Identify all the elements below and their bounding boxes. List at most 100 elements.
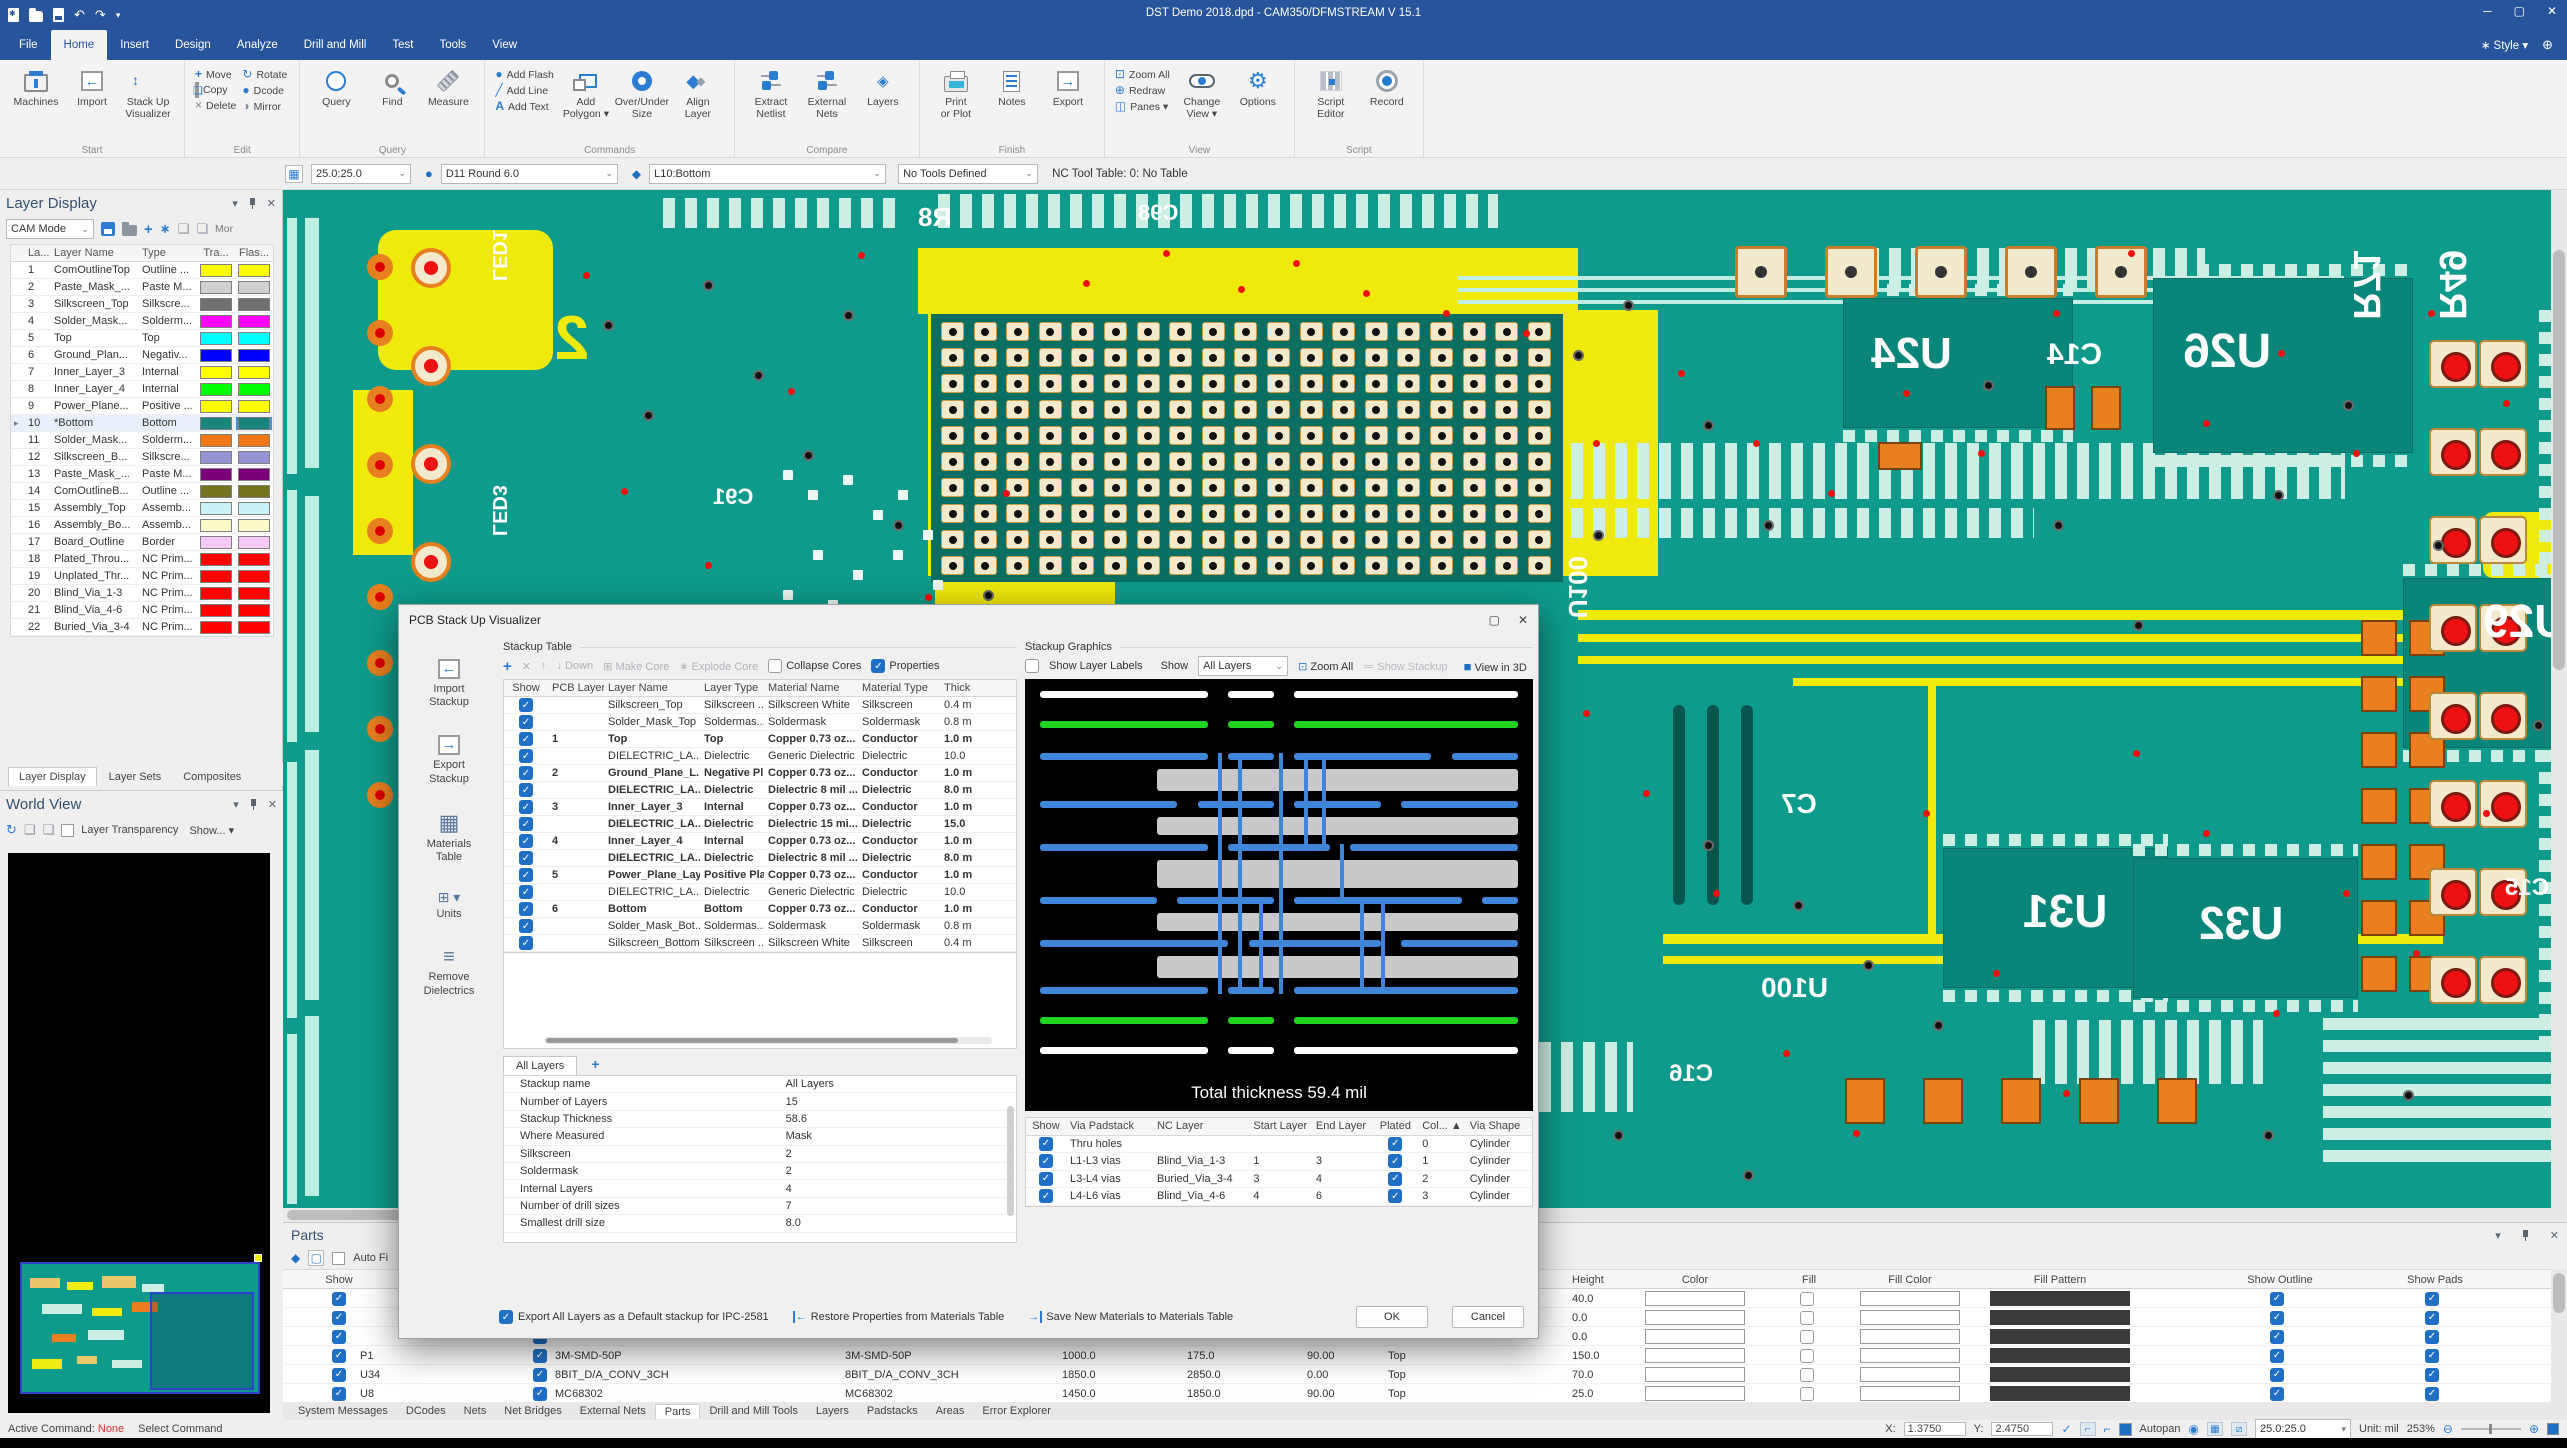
property-row[interactable]: Smallest drill size8.0	[504, 1215, 1016, 1232]
stackup-row[interactable]: DIELECTRIC_LA...DielectricGeneric Dielec…	[504, 748, 1016, 765]
screen-corner-icon[interactable]	[2547, 1423, 2559, 1435]
property-row[interactable]: Soldermask2	[504, 1163, 1016, 1180]
via-row[interactable]: L3-L4 viasBuried_Via_3-4342Cylinder	[1026, 1171, 1532, 1189]
layer-row[interactable]: 18Plated_Throu...NC Prim...	[11, 551, 273, 568]
units-button[interactable]: ⊞ ▾Units	[436, 890, 461, 921]
remove-dielectrics-button[interactable]: ≡Remove Dielectrics	[424, 947, 475, 997]
delete-layer-icon[interactable]: ✕	[522, 660, 531, 673]
style-button[interactable]: ∗ Style ▾	[2481, 38, 2528, 52]
trace-color-swatch[interactable]	[200, 485, 232, 498]
trace-color-swatch[interactable]	[200, 468, 232, 481]
bottom-tab-dcodes[interactable]: DCodes	[397, 1404, 455, 1418]
world-view-zoom-rect[interactable]	[150, 1292, 254, 1390]
show-checkbox[interactable]	[1039, 1189, 1053, 1203]
flash-color-swatch[interactable]	[238, 281, 270, 294]
tab-test[interactable]: Test	[379, 30, 426, 60]
zoom-out-icon[interactable]: ⊖	[2443, 1422, 2453, 1436]
flash-color-swatch[interactable]	[238, 315, 270, 328]
property-row[interactable]: Number of drill sizes7	[504, 1198, 1016, 1215]
flash-color-swatch[interactable]	[238, 264, 270, 277]
show-checkbox[interactable]	[519, 749, 533, 763]
fill-color-swatch[interactable]	[1860, 1367, 1960, 1382]
tab-analyze[interactable]: Analyze	[224, 30, 291, 60]
plated-checkbox[interactable]	[1388, 1154, 1402, 1168]
refresh-view-icon[interactable]: ↻	[6, 822, 17, 838]
show-pads-checkbox[interactable]	[2425, 1311, 2439, 1325]
script-editor-button[interactable]: Script Editor	[1303, 66, 1359, 120]
trace-color-swatch[interactable]	[200, 281, 232, 294]
add-polygon-button[interactable]: Add Polygon ▾	[558, 66, 614, 120]
status-grid-dropdown[interactable]: 25.0:25.0▾	[2255, 1419, 2351, 1439]
fill-checkbox[interactable]	[1800, 1349, 1814, 1363]
stack-up-visualizer-button[interactable]: Stack Up Visualizer	[120, 66, 176, 120]
grid-spacing-dropdown[interactable]: 25.0:25.0⌄	[311, 164, 411, 184]
fill-pattern-swatch[interactable]	[1990, 1367, 2130, 1382]
tab-view[interactable]: View	[479, 30, 530, 60]
autopan-checkbox[interactable]	[2119, 1423, 2132, 1436]
fill-pattern-swatch[interactable]	[1990, 1310, 2130, 1325]
layer-row[interactable]: 21Blind_Via_4-6NC Prim...	[11, 602, 273, 619]
snap-toggle-icon[interactable]: ⧄	[2231, 1422, 2247, 1436]
trace-color-swatch[interactable]	[200, 366, 232, 379]
show-checkbox[interactable]	[519, 868, 533, 882]
fill-checkbox[interactable]	[1800, 1387, 1814, 1401]
layers-button[interactable]: ◈Layers	[855, 66, 911, 108]
dcode-dropdown[interactable]: D11 Round 6.0⌄	[441, 164, 618, 184]
plated-checkbox[interactable]	[1388, 1172, 1402, 1186]
stackup-hscrollbar[interactable]	[544, 1037, 992, 1044]
fill-checkbox[interactable]	[1800, 1330, 1814, 1344]
zoom-all-icon[interactable]: ⊡ Zoom All	[1298, 660, 1353, 673]
show-checkbox[interactable]	[519, 783, 533, 797]
trace-color-swatch[interactable]	[200, 349, 232, 362]
bottom-tab-net-bridges[interactable]: Net Bridges	[495, 1404, 570, 1418]
layer-row[interactable]: 3Silkscreen_TopSilkscre...	[11, 296, 273, 313]
dock-tab-composites[interactable]: Composites	[173, 768, 251, 786]
flash-color-swatch[interactable]	[238, 298, 270, 311]
show-checkbox[interactable]	[519, 851, 533, 865]
graphics-layers-dropdown[interactable]: All Layers⌄	[1198, 656, 1288, 676]
flash-color-swatch[interactable]	[238, 502, 270, 515]
flash-color-swatch[interactable]	[238, 383, 270, 396]
layer-row[interactable]: 7Inner_Layer_3Internal	[11, 364, 273, 381]
stackup-row[interactable]: DIELECTRIC_LA...DielectricDielectric 8 m…	[504, 850, 1016, 867]
flash-color-swatch[interactable]	[238, 400, 270, 413]
show-checkbox[interactable]	[519, 698, 533, 712]
property-row[interactable]: Stackup nameAll Layers	[504, 1076, 1016, 1093]
zoom-all-button[interactable]: ⊡Zoom All	[1115, 68, 1170, 81]
add-layer-icon[interactable]: +	[503, 658, 512, 675]
cancel-button[interactable]: Cancel	[1452, 1306, 1524, 1328]
property-row[interactable]: Internal Layers4	[504, 1180, 1016, 1197]
bottom-tab-drill-and-mill-tools[interactable]: Drill and Mill Tools	[700, 1404, 806, 1418]
show-checkbox[interactable]	[519, 817, 533, 831]
paste-view-icon[interactable]: ❏	[43, 822, 55, 838]
trace-color-swatch[interactable]	[200, 298, 232, 311]
flash-color-swatch[interactable]	[238, 553, 270, 566]
trace-color-swatch[interactable]	[200, 502, 232, 515]
layer-transparency-checkbox[interactable]	[61, 824, 74, 837]
parts-scrollbar[interactable]	[2551, 1269, 2567, 1403]
trace-color-swatch[interactable]	[200, 332, 232, 345]
record-button[interactable]: Record	[1359, 66, 1415, 108]
fill-color-swatch[interactable]	[1860, 1291, 1960, 1306]
copy-view-icon[interactable]: ❏	[24, 822, 36, 838]
trace-color-swatch[interactable]	[200, 587, 232, 600]
stackup-row[interactable]: DIELECTRIC_LA...DielectricDielectric 8 m…	[504, 782, 1016, 799]
highlight-part-icon[interactable]: ◆	[291, 1251, 300, 1265]
flash-color-swatch[interactable]	[238, 621, 270, 634]
add-text-button[interactable]: AAdd Text	[495, 100, 554, 113]
property-row[interactable]: Where MeasuredMask	[504, 1128, 1016, 1145]
plated-checkbox[interactable]	[1388, 1189, 1402, 1203]
fill-checkbox[interactable]	[1800, 1292, 1814, 1306]
fill-checkbox[interactable]	[1800, 1311, 1814, 1325]
origin-icon[interactable]: ◉	[2189, 1422, 2199, 1436]
layer-row[interactable]: 17Board_OutlineBorder	[11, 534, 273, 551]
fill-color-swatch[interactable]	[1860, 1329, 1960, 1344]
fill-color-swatch[interactable]	[1860, 1386, 1960, 1401]
zoom-slider[interactable]	[2461, 1428, 2521, 1430]
move-button[interactable]: +Move	[195, 68, 236, 81]
dialog-maximize-icon[interactable]: ▢	[1489, 613, 1500, 627]
any-angle-path-icon[interactable]: ⌐	[2104, 1422, 2111, 1436]
flash-color-swatch[interactable]	[238, 587, 270, 600]
layer-row[interactable]: 15Assembly_TopAssemb...	[11, 500, 273, 517]
select-checkbox[interactable]	[533, 1349, 547, 1363]
